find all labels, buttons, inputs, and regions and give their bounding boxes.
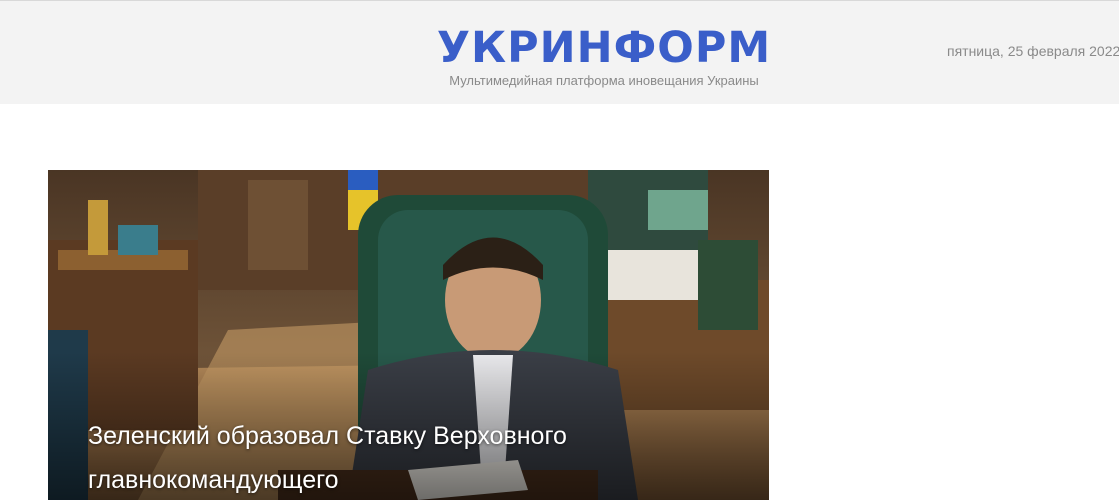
current-date: пятница, 25 февраля 2022, xyxy=(947,43,1119,59)
site-header: УКРИНФОРМ Мультимедийная платформа инове… xyxy=(0,0,1119,104)
site-logo[interactable]: УКРИНФОРМ xyxy=(430,23,778,73)
featured-article-card[interactable]: Зеленский образовал Ставку Верховного гл… xyxy=(48,170,769,500)
featured-article-headline[interactable]: Зеленский образовал Ставку Верховного гл… xyxy=(88,414,648,500)
site-tagline: Мультимедийная платформа иновещания Укра… xyxy=(449,73,759,88)
